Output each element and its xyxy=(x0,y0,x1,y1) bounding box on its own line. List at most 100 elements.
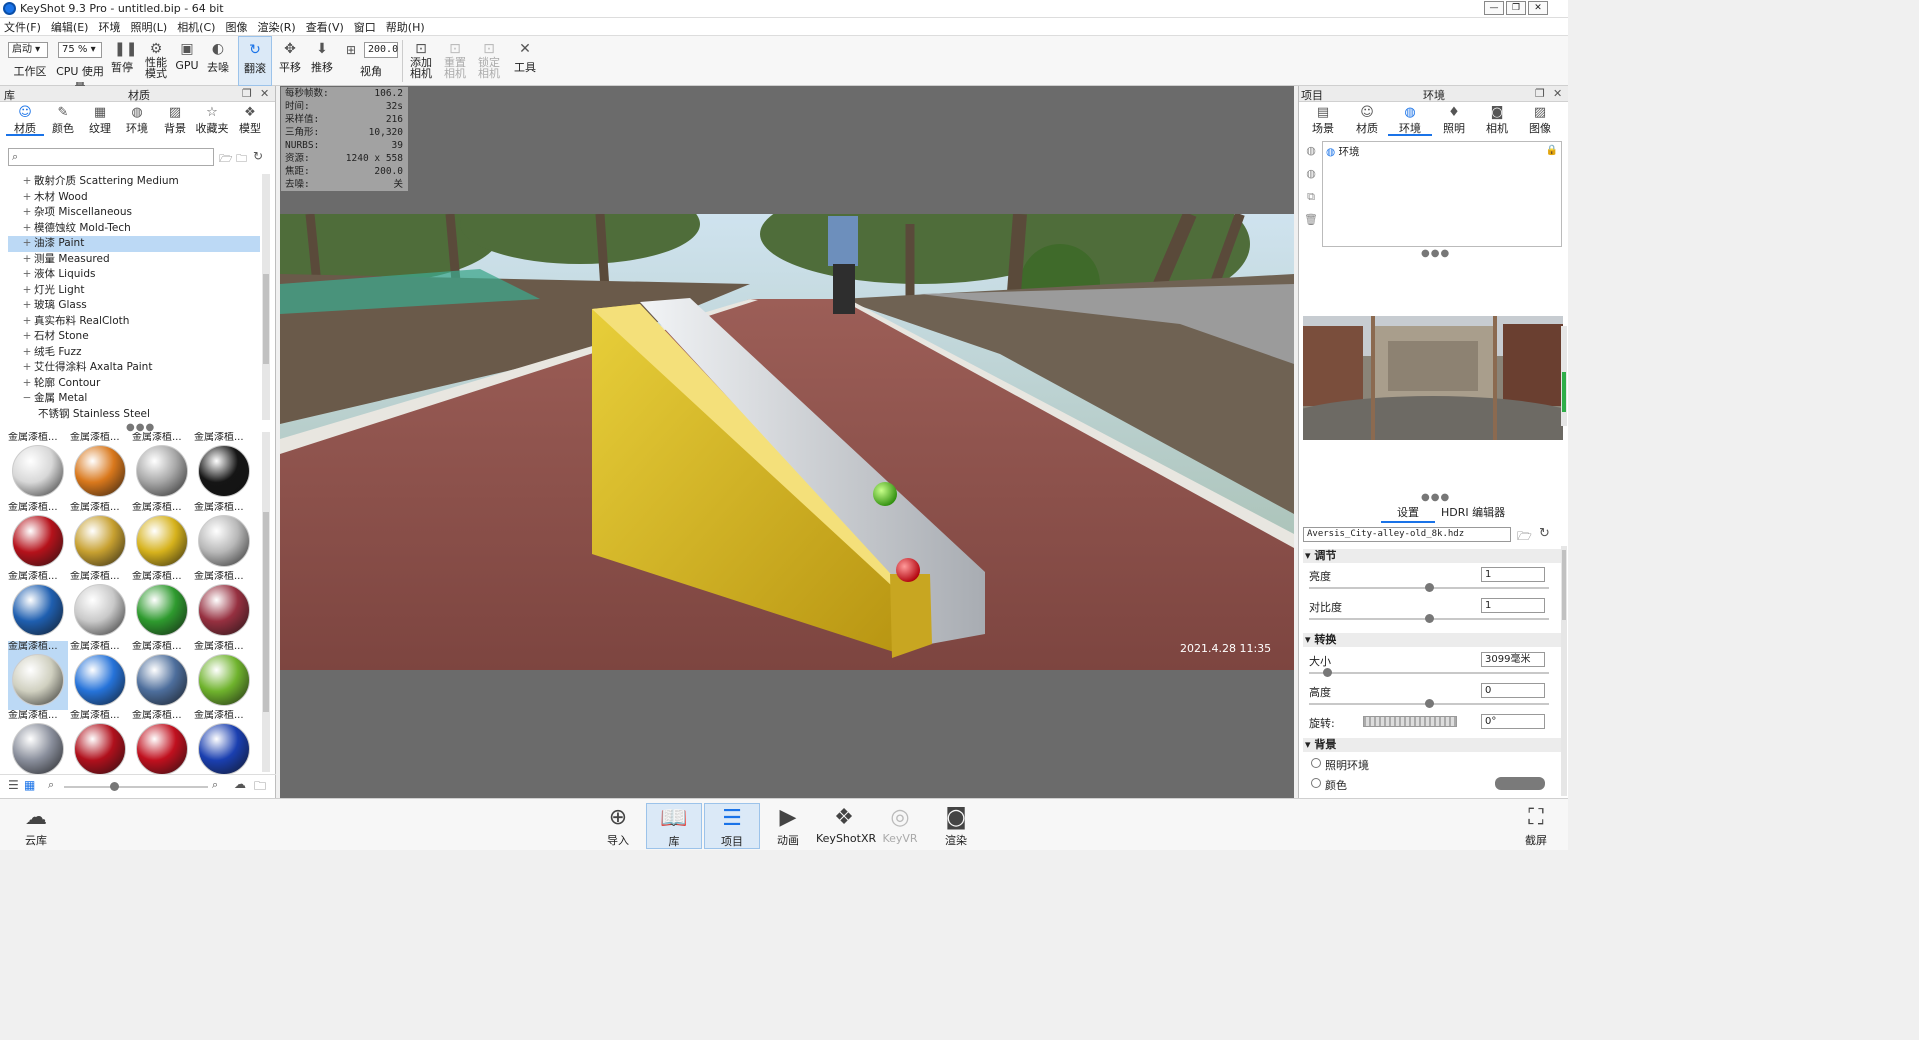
menu-image[interactable]: 图像 xyxy=(225,19,247,35)
add-environment-icon[interactable]: ◍ xyxy=(1304,144,1318,158)
expand-icon[interactable]: + xyxy=(20,298,34,314)
tree-item[interactable]: + 石材 Stone xyxy=(8,329,260,345)
brightness-slider-knob[interactable] xyxy=(1424,583,1434,592)
workspace-select[interactable]: 启动 ▾ xyxy=(8,42,48,58)
height-slider[interactable] xyxy=(1309,699,1549,708)
resize-handle-icon[interactable]: ●●● xyxy=(1421,492,1450,503)
pan-button[interactable]: ✥ 平移 xyxy=(276,36,304,86)
material-thumbnail[interactable]: 金属漆植... xyxy=(70,571,130,640)
tree-item[interactable]: − 金属 Metal xyxy=(8,391,260,407)
tree-item[interactable]: + 绒毛 Fuzz xyxy=(8,345,260,361)
expand-icon[interactable]: + xyxy=(20,345,34,361)
refresh-icon[interactable]: ↻ xyxy=(1539,526,1550,541)
dolly-button[interactable]: ⬇ 推移 xyxy=(308,36,336,86)
section-transform[interactable]: ▾ 转换 xyxy=(1303,633,1561,647)
expand-icon[interactable]: + xyxy=(20,174,34,190)
background-color-swatch[interactable] xyxy=(1495,777,1545,790)
float-panel-icon[interactable]: ❐ xyxy=(1535,87,1545,100)
tab-camera[interactable]: ◙ 相机 xyxy=(1475,104,1519,136)
refresh-icon[interactable]: ↻ xyxy=(253,149,263,163)
material-thumbnail[interactable]: 金属漆植... xyxy=(70,641,130,710)
material-thumbnail[interactable]: 金属漆植... xyxy=(194,571,254,640)
size-slider-knob[interactable] xyxy=(1322,668,1332,677)
expand-icon[interactable]: + xyxy=(20,314,34,330)
folder-open-icon[interactable]: 🗁 xyxy=(1517,527,1532,548)
grid-scrollbar-thumb[interactable] xyxy=(263,512,269,712)
add-camera-button[interactable]: ⊡ 添加 相机 xyxy=(406,36,436,86)
menu-file[interactable]: 文件(F) xyxy=(4,19,41,35)
tab-textures[interactable]: ▦ 纹理 xyxy=(81,104,119,136)
cloud-upload-icon[interactable]: ☁ xyxy=(234,777,246,791)
tab-hdri-editor[interactable]: HDRI 编辑器 xyxy=(1441,504,1505,520)
height-slider-knob[interactable] xyxy=(1424,699,1434,708)
tree-item[interactable]: + 灯光 Light xyxy=(8,283,260,299)
height-input[interactable]: 0 xyxy=(1481,683,1545,698)
tree-item[interactable]: + 模德蚀纹 Mold-Tech xyxy=(8,221,260,237)
thumbnail-size-slider[interactable] xyxy=(64,782,208,791)
library-search-input[interactable]: ⌕ xyxy=(8,148,214,166)
material-thumbnail[interactable]: 金属漆植... xyxy=(8,571,68,640)
tree-item[interactable]: + 散射介质 Scattering Medium xyxy=(8,174,260,190)
tree-item[interactable]: + 玻璃 Glass xyxy=(8,298,260,314)
material-thumbnail[interactable]: 金属漆植... xyxy=(132,710,192,779)
keyvr-button[interactable]: ◎ KeyVR xyxy=(878,803,922,849)
material-thumbnail[interactable]: 金属漆植... xyxy=(194,432,254,501)
tree-item[interactable]: + 液体 Liquids xyxy=(8,267,260,283)
tree-scrollbar[interactable] xyxy=(262,174,270,420)
expand-icon[interactable]: + xyxy=(20,376,34,392)
duplicate-environment-icon[interactable]: ◍ xyxy=(1304,167,1318,181)
menu-lighting[interactable]: 照明(L) xyxy=(130,19,167,35)
fov-input[interactable]: 200.0 xyxy=(364,42,398,58)
tools-button[interactable]: ✕ 工具 xyxy=(510,36,540,86)
tab-environments[interactable]: ◍ 环境 xyxy=(118,104,156,136)
tab-models[interactable]: ❖ 模型 xyxy=(231,104,269,136)
folder-add-icon[interactable]: 🗀 xyxy=(236,150,247,169)
contrast-slider-knob[interactable] xyxy=(1424,614,1434,623)
screenshot-button[interactable]: ⛶ 截屏 xyxy=(1516,803,1556,849)
material-thumbnail[interactable]: 金属漆植... xyxy=(8,432,68,501)
hdri-preview[interactable] xyxy=(1303,316,1563,440)
hdri-scrollbar-thumb[interactable] xyxy=(1562,372,1566,412)
menu-help[interactable]: 帮助(H) xyxy=(386,19,425,35)
material-thumbnail[interactable]: 金属漆植... xyxy=(194,710,254,779)
expand-icon[interactable]: + xyxy=(20,190,34,206)
keyshotxr-button[interactable]: ❖ KeyShotXR xyxy=(816,803,876,849)
import-button[interactable]: ⊕ 导入 xyxy=(598,803,638,849)
expand-icon[interactable]: + xyxy=(20,236,34,252)
tree-scrollbar-thumb[interactable] xyxy=(263,274,269,364)
rotation-input[interactable]: 0° xyxy=(1481,714,1545,729)
material-thumbnail[interactable]: 金属漆植... xyxy=(8,640,68,710)
size-input[interactable]: 3099毫米 xyxy=(1481,652,1545,667)
float-panel-icon[interactable]: ❐ xyxy=(242,87,252,100)
settings-scrollbar-thumb[interactable] xyxy=(1562,550,1566,620)
performance-mode-button[interactable]: ⚙ 性能 模式 xyxy=(140,36,172,86)
brightness-input[interactable]: 1 xyxy=(1481,567,1545,582)
grid-view-icon[interactable]: ▦ xyxy=(24,778,35,792)
menu-camera[interactable]: 相机(C) xyxy=(177,19,215,35)
expand-icon[interactable]: + xyxy=(20,221,34,237)
gpu-button[interactable]: ▣ GPU xyxy=(174,36,200,86)
menu-window[interactable]: 窗口 xyxy=(354,19,376,35)
tree-item[interactable]: + 轮廓 Contour xyxy=(8,376,260,392)
lock-icon[interactable]: 🔒 xyxy=(1546,145,1558,156)
render-scene[interactable]: 2021.4.28 11:35 xyxy=(280,214,1294,670)
tree-item[interactable]: 不锈钢 Stainless Steel xyxy=(8,407,260,421)
material-thumbnail[interactable]: 金属漆植... xyxy=(70,432,130,501)
tree-item[interactable]: + 测量 Measured xyxy=(8,252,260,268)
close-window-button[interactable]: ✕ xyxy=(1528,1,1548,15)
brightness-slider[interactable] xyxy=(1309,583,1549,592)
menu-environment[interactable]: 环境 xyxy=(98,19,120,35)
material-thumbnail[interactable]: 金属漆植... xyxy=(132,641,192,710)
tab-backgrounds[interactable]: ▨ 背景 xyxy=(156,104,194,136)
tree-item[interactable]: + 油漆 Paint xyxy=(8,236,260,252)
expand-icon[interactable]: + xyxy=(20,267,34,283)
material-thumbnail[interactable]: 金属漆植... xyxy=(70,502,130,571)
restore-button[interactable]: ❐ xyxy=(1506,1,1526,15)
expand-icon[interactable]: + xyxy=(20,205,34,221)
expand-icon[interactable]: + xyxy=(20,329,34,345)
material-thumbnail[interactable]: 金属漆植... xyxy=(8,502,68,571)
cpu-usage-select[interactable]: 75 % ▾ xyxy=(58,42,102,58)
folder-icon[interactable]: 🗀 xyxy=(254,777,266,798)
hdri-scrollbar[interactable] xyxy=(1561,326,1567,426)
tree-item[interactable]: + 真实布料 RealCloth xyxy=(8,314,260,330)
